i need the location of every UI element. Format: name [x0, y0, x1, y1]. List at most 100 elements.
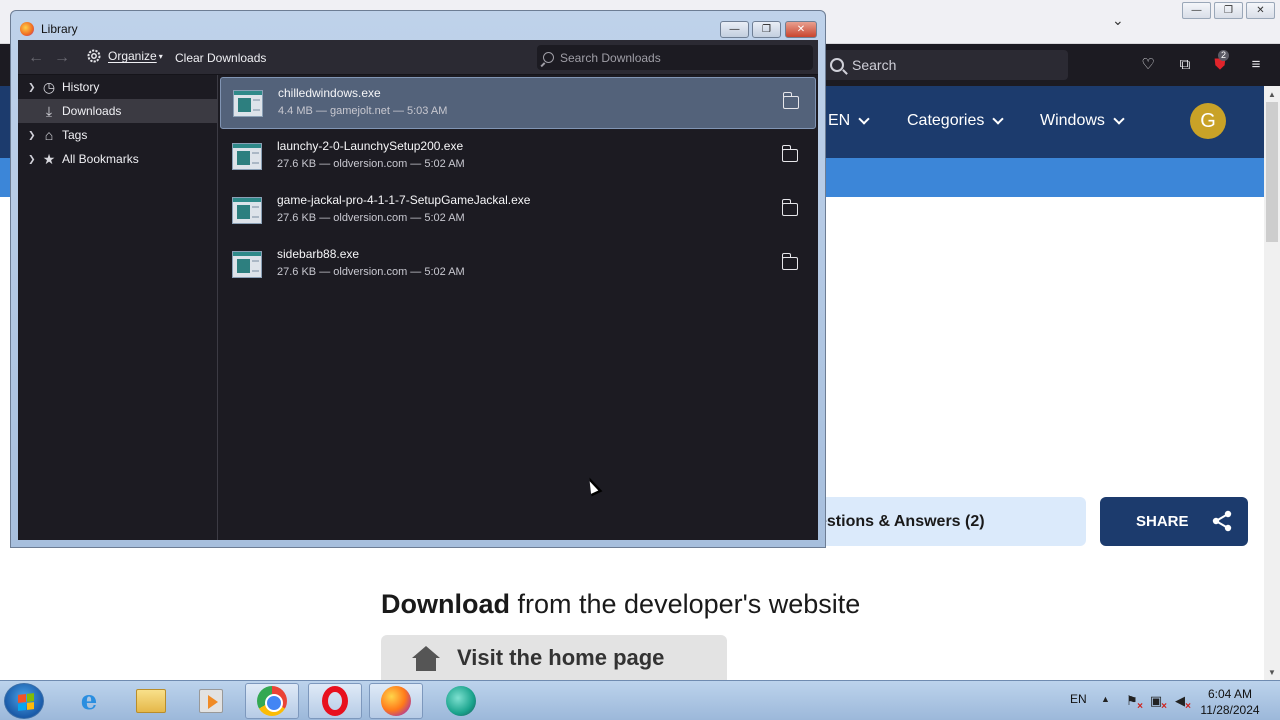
browser-search-bar[interactable]: Search — [820, 50, 1068, 80]
executable-file-icon — [232, 197, 262, 224]
share-icon — [1212, 510, 1232, 532]
library-window: Library — ❐ ✕ ← → Organize ▾ Clear Downl… — [10, 10, 826, 548]
questions-answers-button[interactable]: estions & Answers (2) — [790, 497, 1086, 546]
nav-windows-dropdown[interactable]: Windows — [1040, 112, 1125, 130]
browser-search-placeholder: Search — [852, 57, 897, 73]
visit-home-page-label: Visit the home page — [457, 644, 665, 670]
tag-icon: ⌂ — [44, 127, 54, 143]
network-icon[interactable]: ▣ × — [1148, 693, 1167, 712]
questions-answers-label: estions & Answers (2) — [818, 512, 985, 530]
download-filename: launchy-2-0-LaunchySetup200.exe — [277, 139, 464, 153]
download-item[interactable]: chilledwindows.exe 4.4 MB — gamejolt.net… — [220, 77, 816, 129]
library-sidebar: ❯ ◷ History ⤓ Downloads ❯ ⌂ Tags ❯ ★ All… — [18, 75, 218, 540]
list-all-tabs-chevron-icon[interactable]: ⌄ — [1112, 12, 1128, 28]
download-item[interactable]: game-jackal-pro-4-1-1-7-SetupGameJackal.… — [220, 185, 816, 237]
organize-label: Organize — [108, 49, 157, 63]
start-button[interactable] — [4, 683, 44, 719]
volume-icon[interactable]: ◀ × — [1172, 693, 1191, 712]
scroll-down-arrow-icon[interactable]: ▼ — [1264, 665, 1280, 679]
scroll-up-arrow-icon[interactable]: ▲ — [1264, 87, 1280, 101]
tray-clock[interactable]: 6:04 AM 11/28/2024 — [1190, 686, 1270, 718]
download-item[interactable]: launchy-2-0-LaunchySetup200.exe 27.6 KB … — [220, 131, 816, 183]
taskbar-file-explorer[interactable] — [124, 683, 178, 719]
sidebar-item-label: Downloads — [62, 104, 122, 118]
share-button[interactable]: SHARE — [1100, 497, 1248, 546]
user-avatar[interactable]: G — [1190, 103, 1226, 139]
ublock-badge: 2 — [1218, 50, 1230, 61]
taskbar-opera[interactable] — [308, 683, 362, 719]
browser-minimize-button[interactable]: — — [1182, 2, 1211, 19]
forward-arrow-icon[interactable]: → — [54, 49, 70, 67]
folder-icon[interactable] — [781, 199, 798, 216]
windows-logo-icon — [18, 693, 34, 711]
search-icon — [543, 52, 554, 63]
sidebar-item-tags[interactable]: ❯ ⌂ Tags — [18, 123, 217, 147]
expand-chevron-icon[interactable]: ❯ — [28, 130, 36, 141]
nav-categories-dropdown[interactable]: Categories — [907, 112, 1005, 130]
sidebar-item-all-bookmarks[interactable]: ❯ ★ All Bookmarks — [18, 147, 217, 171]
chevron-down-icon — [858, 112, 870, 125]
clear-downloads-button[interactable]: Clear Downloads — [175, 51, 266, 65]
nav-language-dropdown[interactable]: EN — [828, 112, 870, 130]
downloads-list: chilledwindows.exe 4.4 MB — gamejolt.net… — [219, 75, 818, 540]
expand-chevron-icon[interactable]: ❯ — [28, 82, 36, 93]
folder-icon — [136, 689, 166, 713]
gear-icon — [87, 49, 101, 63]
search-icon — [830, 58, 844, 72]
nav-windows-label: Windows — [1040, 112, 1105, 129]
download-heading-bold: Download — [381, 589, 510, 619]
taskbar-green-app[interactable] — [434, 683, 488, 719]
internet-explorer-icon: e — [80, 686, 98, 716]
organize-menu-button[interactable]: Organize ▾ — [86, 48, 163, 64]
tray-language[interactable]: EN — [1070, 692, 1087, 706]
executable-file-icon — [233, 90, 263, 117]
browser-restore-button[interactable]: ❐ — [1214, 2, 1243, 19]
download-filename: game-jackal-pro-4-1-1-7-SetupGameJackal.… — [277, 193, 531, 207]
star-icon: ★ — [42, 150, 56, 167]
pocket-icon[interactable]: ♡ — [1138, 54, 1158, 74]
library-minimize-button[interactable]: — — [720, 21, 749, 38]
library-content: ← → Organize ▾ Clear Downloads Search Do… — [18, 40, 818, 540]
search-downloads-placeholder: Search Downloads — [560, 50, 661, 65]
download-details: 4.4 MB — gamejolt.net — 5:03 AM — [278, 105, 448, 117]
download-item[interactable]: sidebarb88.exe 27.6 KB — oldversion.com … — [220, 239, 816, 291]
taskbar-chrome[interactable] — [245, 683, 299, 719]
executable-file-icon — [232, 143, 262, 170]
visit-home-page-button[interactable]: Visit the home page — [381, 635, 727, 680]
library-toolbar: ← → Organize ▾ Clear Downloads Search Do… — [18, 40, 818, 75]
back-arrow-icon[interactable]: ← — [28, 49, 44, 67]
page-scrollbar-thumb[interactable] — [1266, 102, 1278, 242]
action-center-flag-icon[interactable]: ⚑ × — [1124, 693, 1143, 712]
show-hidden-icons-arrow-icon[interactable]: ▲ — [1101, 694, 1110, 704]
extensions-puzzle-icon[interactable]: ⧉ — [1175, 54, 1195, 74]
folder-icon[interactable] — [781, 145, 798, 162]
taskbar-internet-explorer[interactable]: e — [62, 683, 116, 719]
taskbar-media-player[interactable] — [184, 683, 238, 719]
green-app-icon — [446, 686, 476, 716]
sidebar-item-history[interactable]: ❯ ◷ History — [18, 75, 217, 99]
sidebar-item-label: All Bookmarks — [62, 152, 139, 166]
menu-hamburger-icon[interactable]: ≡ — [1246, 54, 1266, 74]
taskbar-firefox[interactable] — [369, 683, 423, 719]
library-titlebar[interactable]: Library — ❐ ✕ — [11, 11, 825, 41]
library-close-button[interactable]: ✕ — [785, 21, 817, 38]
search-downloads-field[interactable]: Search Downloads — [537, 45, 813, 70]
expand-chevron-icon[interactable]: ❯ — [28, 154, 36, 165]
download-heading-rest: from the developer's website — [510, 589, 861, 619]
browser-close-button[interactable]: ✕ — [1246, 2, 1275, 19]
tray-date: 11/28/2024 — [1200, 703, 1260, 717]
tray-time: 6:04 AM — [1207, 687, 1253, 701]
folder-icon[interactable] — [781, 253, 798, 270]
dropdown-caret-icon: ▾ — [158, 51, 163, 61]
chevron-down-icon — [992, 112, 1005, 125]
folder-icon[interactable] — [782, 92, 799, 109]
chrome-icon — [257, 686, 287, 716]
taskbar: e EN ▲ ⚑ × ▣ × ◀ × 6:04 AM 11/28/2024 — [0, 680, 1280, 720]
home-icon — [412, 645, 440, 671]
download-heading: Download from the developer's website — [381, 589, 860, 620]
sidebar-item-label: History — [62, 80, 100, 94]
executable-file-icon — [232, 251, 262, 278]
sidebar-item-downloads[interactable]: ⤓ Downloads — [18, 99, 217, 123]
download-details: 27.6 KB — oldversion.com — 5:02 AM — [277, 158, 465, 170]
library-restore-button[interactable]: ❐ — [752, 21, 781, 38]
